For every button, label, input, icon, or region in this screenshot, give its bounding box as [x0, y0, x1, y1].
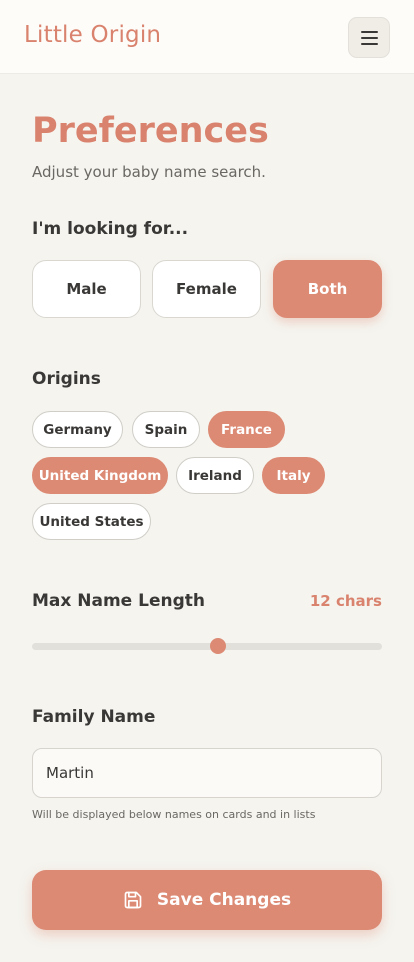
- save-changes-button[interactable]: Save Changes: [32, 870, 382, 930]
- gender-female-button[interactable]: Female: [152, 260, 261, 318]
- length-value: 12 chars: [309, 592, 382, 610]
- length-section-label: Max Name Length: [32, 591, 205, 611]
- save-button-label: Save Changes: [156, 890, 292, 910]
- length-slider-track[interactable]: [32, 643, 382, 650]
- origin-chip-france[interactable]: France: [208, 411, 285, 448]
- app-header: Little Origin: [0, 0, 414, 74]
- origin-chip-germany[interactable]: Germany: [32, 411, 123, 448]
- save-icon: [124, 891, 142, 909]
- origin-chip-ireland[interactable]: Ireland: [176, 457, 254, 494]
- origins-section-label: Origins: [32, 369, 101, 389]
- length-slider-thumb[interactable]: [209, 638, 226, 654]
- origin-chip-united-states[interactable]: United States: [32, 503, 151, 540]
- family-section-label: Family Name: [32, 707, 156, 727]
- page-subtitle: Adjust your baby name search.: [32, 163, 266, 181]
- page-title: Preferences: [32, 111, 269, 151]
- menu-button[interactable]: [348, 17, 390, 58]
- origin-chip-united-kingdom[interactable]: United Kingdom: [32, 457, 168, 494]
- family-name-helper: Will be displayed below names on cards a…: [32, 808, 316, 821]
- origin-chip-italy[interactable]: Italy: [262, 457, 325, 494]
- brand-title[interactable]: Little Origin: [24, 22, 161, 48]
- gender-both-button[interactable]: Both: [273, 260, 382, 318]
- origin-chip-spain[interactable]: Spain: [132, 411, 200, 448]
- family-name-input[interactable]: [32, 748, 382, 798]
- gender-male-button[interactable]: Male: [32, 260, 141, 318]
- gender-section-label: I'm looking for...: [32, 219, 189, 239]
